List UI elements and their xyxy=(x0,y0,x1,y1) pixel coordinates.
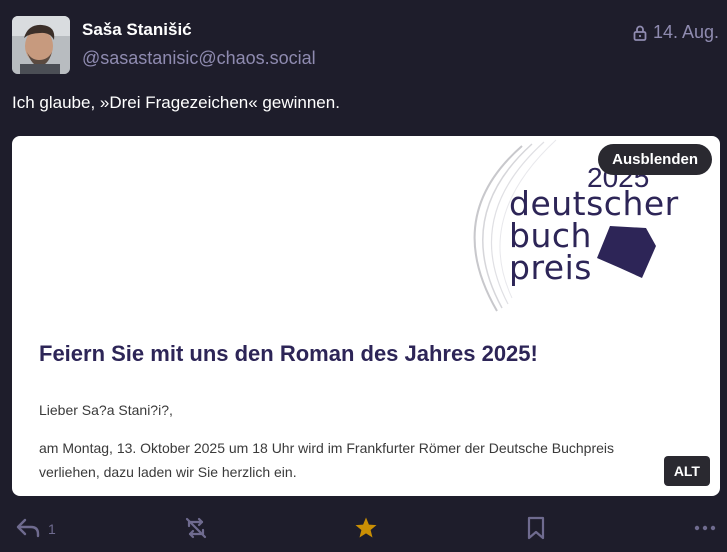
more-button[interactable] xyxy=(694,516,716,543)
email-body: am Montag, 13. Oktober 2025 um 18 Uhr wi… xyxy=(39,436,679,484)
email-heading: Feiern Sie mit uns den Roman des Jahres … xyxy=(39,341,538,366)
email-body-line: verliehen, dazu laden wir Sie herzlich e… xyxy=(39,464,297,480)
lock-icon xyxy=(633,25,647,41)
bookmark-button[interactable] xyxy=(526,516,546,543)
alt-text-button[interactable]: ALT xyxy=(663,456,710,486)
reply-button[interactable]: 1 xyxy=(16,516,56,541)
post-content: Ich glaube, »Drei Fragezeichen« gewinnen… xyxy=(12,93,340,112)
avatar-image xyxy=(12,16,70,74)
bookmark-icon xyxy=(526,516,546,543)
post-date[interactable]: 14. Aug. xyxy=(653,22,719,43)
boost-icon xyxy=(184,516,208,543)
logo-word-preis: preis xyxy=(509,248,592,287)
boost-button[interactable] xyxy=(184,516,208,543)
email-body-line: am Montag, 13. Oktober 2025 um 18 Uhr wi… xyxy=(39,440,615,456)
author-display-name[interactable]: Saša Stanišić xyxy=(82,20,192,40)
author-handle[interactable]: @sasastanisic@chaos.social xyxy=(82,48,316,69)
avatar[interactable] xyxy=(12,16,70,74)
post-meta: 14. Aug. xyxy=(633,22,719,43)
email-salutation: Lieber Sa?a Stani?i?, xyxy=(39,402,173,418)
favourite-button[interactable] xyxy=(354,516,378,543)
hide-media-button[interactable]: Ausblenden xyxy=(598,144,712,175)
reply-icon xyxy=(16,516,40,541)
status-post: Saša Stanišić @sasastanisic@chaos.social… xyxy=(0,0,727,552)
reply-count: 1 xyxy=(48,520,56,537)
more-icon xyxy=(694,516,716,543)
action-bar: 1 xyxy=(0,510,727,552)
favourite-icon xyxy=(354,516,378,543)
media-attachment[interactable]: 2025 deutscher buch preis Feiern Sie mit… xyxy=(12,136,720,496)
